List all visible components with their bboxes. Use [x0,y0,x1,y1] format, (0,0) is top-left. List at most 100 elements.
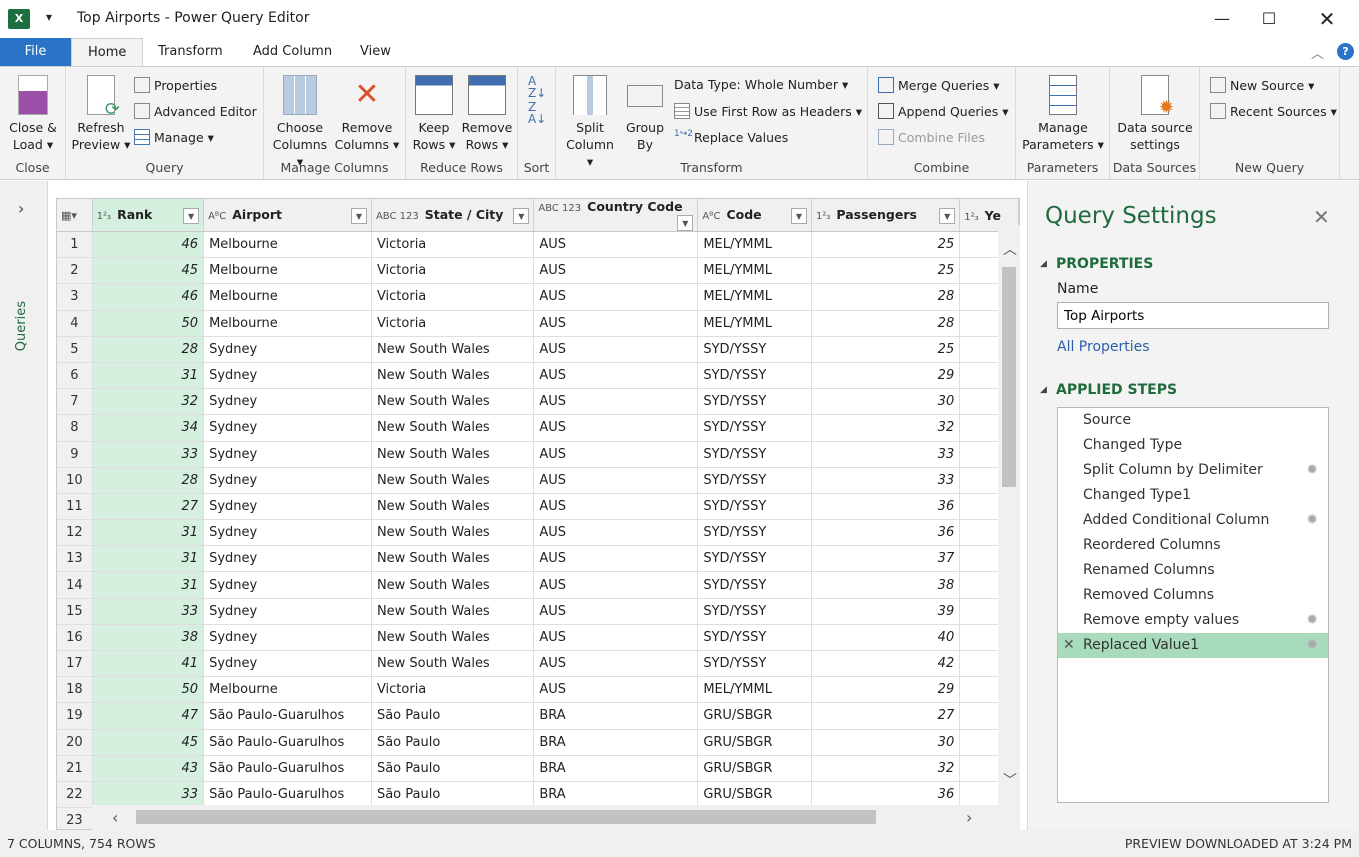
gear-icon[interactable]: ✹ [1306,608,1318,633]
column-header-rank[interactable]: 1²₃ Rank ▼ [92,199,205,232]
advanced-editor-button[interactable]: Advanced Editor [134,103,257,119]
cell[interactable]: São Paulo [371,781,535,809]
cell[interactable]: AUS [533,257,699,285]
remove-rows-button[interactable]: Remove Rows ▾ [460,75,514,153]
cell[interactable]: 33 [92,598,205,625]
column-header-country-code[interactable]: ABC 123 Country Code ▼ [533,199,699,232]
cell[interactable]: 50 [92,676,205,704]
cell[interactable]: SYD/YSSY [697,441,812,468]
data-source-settings-button[interactable]: ✹ Data source settings [1112,75,1198,153]
cell[interactable]: MEL/YMML [697,676,812,704]
cell[interactable]: New South Wales [371,598,535,625]
cell[interactable]: AUS [533,310,699,337]
cell[interactable]: Sydney [203,598,372,625]
cell[interactable]: 36 [811,493,961,521]
cell[interactable]: 36 [811,781,961,809]
applied-step[interactable]: ✕ Replaced Value1 ✹ [1058,633,1328,658]
sort-ascending-button[interactable]: A Z↓ [528,75,546,99]
tab-home[interactable]: Home [71,38,144,66]
row-number[interactable]: 11 [57,493,93,521]
row-number[interactable]: 8 [57,414,93,442]
cell[interactable]: Sydney [203,545,372,573]
cell[interactable]: SYD/YSSY [697,362,812,390]
cell[interactable]: Sydney [203,414,372,442]
cell[interactable]: New South Wales [371,414,535,442]
cell[interactable]: SYD/YSSY [697,388,812,416]
row-number[interactable]: 5 [57,336,93,363]
cell[interactable]: 50 [92,310,205,337]
applied-step[interactable]: Renamed Columns [1058,558,1328,583]
cell[interactable]: Melbourne [203,231,372,259]
cell[interactable]: AUS [533,414,699,442]
cell[interactable]: Melbourne [203,283,372,311]
type-icon[interactable]: 1²₃ [97,211,111,222]
applied-step[interactable]: Source [1058,408,1328,433]
scroll-right-icon[interactable]: › [966,808,972,827]
cell[interactable]: 28 [92,336,205,363]
cell[interactable]: 30 [811,729,961,756]
cell[interactable]: 27 [92,493,205,521]
recent-sources-button[interactable]: Recent Sources ▾ [1210,103,1337,119]
cell[interactable]: Victoria [371,257,535,285]
tab-add-column[interactable]: Add Column [237,38,348,66]
cell[interactable]: Victoria [371,283,535,311]
cell[interactable]: New South Wales [371,336,535,363]
cell[interactable]: 42 [811,650,961,678]
applied-step[interactable]: Remove empty values ✹ [1058,608,1328,633]
type-icon[interactable]: 1²₃ [964,212,978,223]
cell[interactable]: AUS [533,624,699,652]
cell[interactable]: 32 [811,755,961,782]
collapse-ribbon-icon[interactable]: ︿ [1311,43,1324,62]
row-number[interactable]: 16 [57,624,93,652]
cell[interactable]: Sydney [203,441,372,468]
cell[interactable]: São Paulo-Guarulhos [203,729,372,756]
row-number[interactable]: 14 [57,571,93,599]
cell[interactable]: AUS [533,336,699,363]
close-pane-icon[interactable]: ✕ [1313,205,1330,229]
horizontal-scrollbar[interactable]: ‹ › [92,805,1020,830]
cell[interactable]: 45 [92,729,205,756]
new-source-button[interactable]: New Source ▾ [1210,77,1314,93]
cell[interactable]: AUS [533,598,699,625]
cell[interactable]: SYD/YSSY [697,624,812,652]
applied-step[interactable]: Changed Type1 [1058,483,1328,508]
applied-step[interactable]: Reordered Columns [1058,533,1328,558]
row-number[interactable]: 19 [57,702,93,730]
cell[interactable]: AUS [533,467,699,494]
cell[interactable]: 31 [92,362,205,390]
cell[interactable]: 38 [92,624,205,652]
row-number[interactable]: 23 [57,807,93,829]
gear-icon[interactable]: ✹ [1306,508,1318,533]
cell[interactable]: GRU/SBGR [697,781,812,809]
column-header-passengers[interactable]: 1²₃ Passengers ▼ [811,199,961,232]
cell[interactable]: BRA [533,781,699,809]
cell[interactable]: AUS [533,545,699,573]
cell[interactable]: AUS [533,388,699,416]
filter-dropdown-icon[interactable]: ▼ [513,207,530,224]
cell[interactable]: GRU/SBGR [697,755,812,782]
choose-columns-button[interactable]: Choose Columns ▾ [268,75,332,170]
scroll-left-icon[interactable]: ‹ [112,808,118,827]
close-load-button[interactable]: Close & Load ▾ [4,75,62,153]
cell[interactable]: São Paulo-Guarulhos [203,781,372,809]
cell[interactable]: São Paulo [371,702,535,730]
cell[interactable]: 46 [92,283,205,311]
cell[interactable]: BRA [533,729,699,756]
minimize-button[interactable]: — [1199,6,1245,32]
cell[interactable]: 36 [811,519,961,547]
row-number[interactable]: 12 [57,519,93,547]
applied-step[interactable]: Added Conditional Column ✹ [1058,508,1328,533]
filter-dropdown-icon[interactable]: ▼ [183,207,200,224]
cell[interactable]: 25 [811,257,961,285]
collapse-steps-icon[interactable]: ◢ [1040,385,1047,395]
row-number[interactable]: 20 [57,729,93,756]
cell[interactable]: Sydney [203,650,372,678]
help-icon[interactable]: ? [1337,43,1354,60]
type-icon[interactable]: AᴮC [702,211,720,222]
row-number[interactable]: 7 [57,388,93,416]
cell[interactable]: AUS [533,571,699,599]
remove-columns-button[interactable]: ✕ Remove Columns ▾ [334,75,400,153]
refresh-preview-button[interactable]: ⟳ Refresh Preview ▾ [70,75,132,153]
cell[interactable]: 27 [811,702,961,730]
all-properties-link[interactable]: All Properties [1057,339,1150,355]
